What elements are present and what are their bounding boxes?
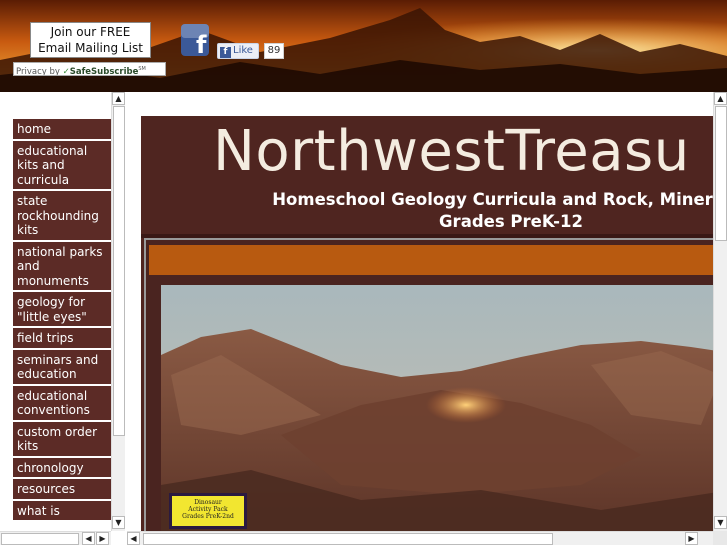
safesubscribe-privacy-link[interactable]: Privacy by ✓SafeSubscribeSM: [13, 62, 166, 76]
book-line-1: Dinosaur: [194, 499, 222, 506]
scrollbar-thumb[interactable]: [143, 533, 553, 545]
safesubscribe-label: SafeSubscribe: [69, 66, 139, 76]
accent-bar: [149, 245, 724, 275]
feature-box: [144, 238, 727, 536]
nav-item-home[interactable]: home: [13, 119, 111, 141]
book-line-3: Grades PreK-2nd: [182, 513, 234, 520]
main-content-frame: NorthwestTreasu Homeschool Geology Curri…: [127, 92, 727, 545]
tagline-line-2: Grades PreK-12: [439, 212, 583, 231]
scroll-right-arrow-icon[interactable]: ▶: [685, 532, 698, 545]
left-horizontal-scrollbar[interactable]: ◀ ▶: [0, 531, 111, 545]
nav-item-field-trips[interactable]: field trips: [13, 328, 111, 350]
privacy-by-label: Privacy by: [16, 66, 60, 76]
safesubscribe-mark: SM: [138, 66, 146, 72]
book-line-2: Activity Pack: [188, 506, 228, 513]
facebook-like-button[interactable]: f Like: [217, 43, 259, 59]
scrollbar-thumb[interactable]: [1, 533, 79, 545]
sidebar-nav: home educational kits and curricula stat…: [13, 119, 111, 522]
svg-text:f: f: [196, 31, 207, 59]
header-banner: Join our FREE Email Mailing List Privacy…: [0, 0, 727, 92]
like-count: 89: [264, 43, 284, 59]
email-signup-button[interactable]: Join our FREE Email Mailing List: [30, 22, 151, 58]
scrollbar-thumb[interactable]: [715, 106, 727, 241]
nav-item-resources[interactable]: resources: [13, 479, 111, 501]
signup-line-2: Email Mailing List: [38, 41, 143, 55]
scroll-up-arrow-icon[interactable]: ▲: [112, 92, 125, 105]
checkmark-icon: ✓: [62, 66, 70, 76]
nav-item-state-rockhounding[interactable]: state rockhounding kits: [13, 191, 111, 242]
site-title: NorthwestTreasu: [213, 119, 690, 184]
scrollbar-thumb[interactable]: [113, 106, 125, 436]
facebook-small-icon: f: [220, 47, 231, 58]
scroll-down-arrow-icon[interactable]: ▼: [714, 516, 727, 529]
signup-line-1: Join our FREE: [50, 25, 131, 39]
nav-item-chronology[interactable]: chronology: [13, 457, 111, 479]
nav-item-custom-order[interactable]: custom order kits: [13, 421, 111, 458]
nav-item-conventions[interactable]: educational conventions: [13, 385, 111, 422]
left-nav-frame: home educational kits and curricula stat…: [0, 92, 127, 545]
nav-item-national-parks[interactable]: national parks and monuments: [13, 241, 111, 292]
scroll-down-arrow-icon[interactable]: ▼: [112, 516, 125, 529]
facebook-icon[interactable]: f: [181, 24, 209, 60]
scroll-up-arrow-icon[interactable]: ▲: [714, 92, 727, 105]
nav-item-what-is[interactable]: what is: [13, 500, 111, 522]
nav-item-seminars[interactable]: seminars and education: [13, 349, 111, 386]
scroll-left-arrow-icon[interactable]: ◀: [127, 532, 140, 545]
tagline-line-1: Homeschool Geology Curricula and Rock, M…: [272, 190, 727, 209]
main-horizontal-scrollbar[interactable]: ◀ ▶: [127, 531, 713, 545]
like-label: Like: [233, 45, 253, 56]
left-vertical-scrollbar[interactable]: ▲ ▼: [111, 92, 125, 531]
main-vertical-scrollbar[interactable]: ▲ ▼: [713, 92, 727, 531]
dinosaur-activity-pack-thumbnail[interactable]: Dinosaur Activity Pack Grades PreK-2nd: [169, 493, 247, 529]
scroll-left-arrow-icon[interactable]: ◀: [82, 532, 95, 545]
nav-item-little-eyes[interactable]: geology for "little eyes": [13, 292, 111, 328]
scrollbar-corner: [713, 531, 727, 545]
site-tagline: Homeschool Geology Curricula and Rock, M…: [141, 189, 727, 233]
scroll-right-arrow-icon[interactable]: ▶: [96, 532, 109, 545]
nav-item-educational-kits[interactable]: educational kits and curricula: [13, 140, 111, 191]
content-area: NorthwestTreasu Homeschool Geology Curri…: [141, 116, 727, 536]
